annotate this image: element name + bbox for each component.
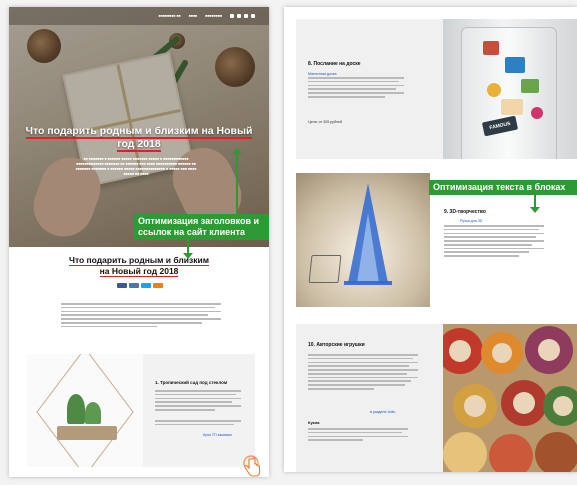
card-link[interactable]: Ручка для 3D — [460, 219, 482, 223]
arrow-down-icon — [530, 194, 540, 213]
toy-image — [443, 432, 487, 472]
tower-shape — [357, 213, 379, 283]
card-text — [155, 420, 241, 428]
card-title: 10. Авторские игрушки — [308, 342, 365, 348]
gift-card-1: 1. Тропический сад под стеклом Купи ТП з… — [143, 354, 255, 467]
arrow-down-icon — [183, 240, 193, 259]
toy-face — [553, 396, 573, 416]
nav-link[interactable]: ■■■■■■■■ — [205, 14, 222, 18]
fridge-door — [461, 27, 557, 159]
card-text — [308, 428, 408, 443]
toy-face — [449, 340, 471, 362]
card-link[interactable]: Купи ТП заказчик — [203, 433, 232, 437]
toy-image — [489, 434, 533, 472]
gift-card-8: 8. Послание на доске Магнитная доска Цен… — [296, 19, 443, 159]
succulent-image — [67, 394, 85, 424]
share-facebook-icon[interactable] — [117, 283, 127, 288]
card-link[interactable]: Магнитная доска — [308, 72, 336, 76]
card-subtitle: Кукла — [308, 420, 320, 425]
toy-face — [492, 343, 512, 363]
card-price: Цена: от 305 рублей — [308, 120, 342, 124]
card-title: 1. Тропический сад под стеклом — [155, 380, 228, 385]
hand-pointer-icon — [243, 455, 261, 477]
article-page-right: 8. Послание на доске Магнитная доска Цен… — [284, 7, 577, 472]
article-page-left: ■■■■■■■■ ■■ ■■■■ ■■■■■■■■ Что подарить р… — [9, 7, 269, 477]
vk-icon[interactable] — [237, 14, 241, 18]
card-title: 8. Послание на доске — [308, 61, 361, 67]
sketch-house — [308, 255, 342, 283]
share-buttons — [117, 283, 163, 288]
screenshot-stage: ■■■■■■■■ ■■ ■■■■ ■■■■■■■■ Что подарить р… — [0, 0, 577, 485]
twitter-icon[interactable] — [244, 14, 248, 18]
gift-card-10: 10. Авторские игрушки в разделе Avito Ку… — [296, 324, 443, 472]
terrarium-image — [27, 354, 143, 467]
arrow-up-icon — [232, 148, 242, 215]
magnet-image — [521, 79, 539, 93]
magnet-image — [505, 57, 525, 73]
succulent-image — [85, 402, 101, 424]
share-vk-icon[interactable] — [129, 283, 139, 288]
magnet-image — [531, 107, 543, 119]
toy-face — [464, 395, 486, 417]
share-ok-icon[interactable] — [153, 283, 163, 288]
eiffel-3d-image — [296, 173, 430, 307]
hero-banner: ■■■■■■■■ ■■ ■■■■ ■■■■■■■■ Что подарить р… — [9, 7, 269, 247]
annotation-label-headings: Оптимизация заголовков и ссылок на сайт … — [134, 214, 269, 240]
magnet-image — [483, 41, 499, 55]
social-icons — [230, 14, 255, 18]
fridge-image: FAMOUS — [443, 19, 577, 159]
tower-base — [344, 281, 392, 285]
card-text — [308, 354, 418, 392]
card-text — [444, 225, 544, 259]
soil-image — [57, 426, 117, 440]
card-text — [155, 390, 241, 413]
share-twitter-icon[interactable] — [141, 283, 151, 288]
card-title: 9. 3D-творчество — [444, 209, 486, 215]
ok-icon[interactable] — [251, 14, 255, 18]
intro-paragraph — [61, 303, 221, 329]
annotation-label-text: Оптимизация текста в блоках — [429, 180, 577, 195]
site-navbar: ■■■■■■■■ ■■ ■■■■ ■■■■■■■■ — [9, 7, 269, 25]
toy-face — [513, 392, 535, 414]
magnet-image — [487, 83, 501, 97]
facebook-icon[interactable] — [230, 14, 234, 18]
card-text — [308, 77, 404, 100]
magnet-image — [501, 99, 523, 115]
section-title: Что подарить родным и близким на Новый г… — [68, 255, 210, 277]
hero-title: Что подарить родным и близким на Новый г… — [25, 125, 253, 152]
nav-link[interactable]: ■■■■■■■■ ■■ — [158, 14, 180, 18]
hero-description: ■■ ■■■■■■■ ■ ■■■■■■ ■■■■■ ■■■■■■■ ■■■■■ … — [75, 157, 197, 176]
toy-face — [538, 339, 560, 361]
handmade-toys-image — [443, 324, 577, 472]
nav-link[interactable]: ■■■■ — [189, 14, 197, 18]
card-link[interactable]: в разделе Avito — [370, 410, 395, 414]
toy-image — [535, 432, 577, 472]
